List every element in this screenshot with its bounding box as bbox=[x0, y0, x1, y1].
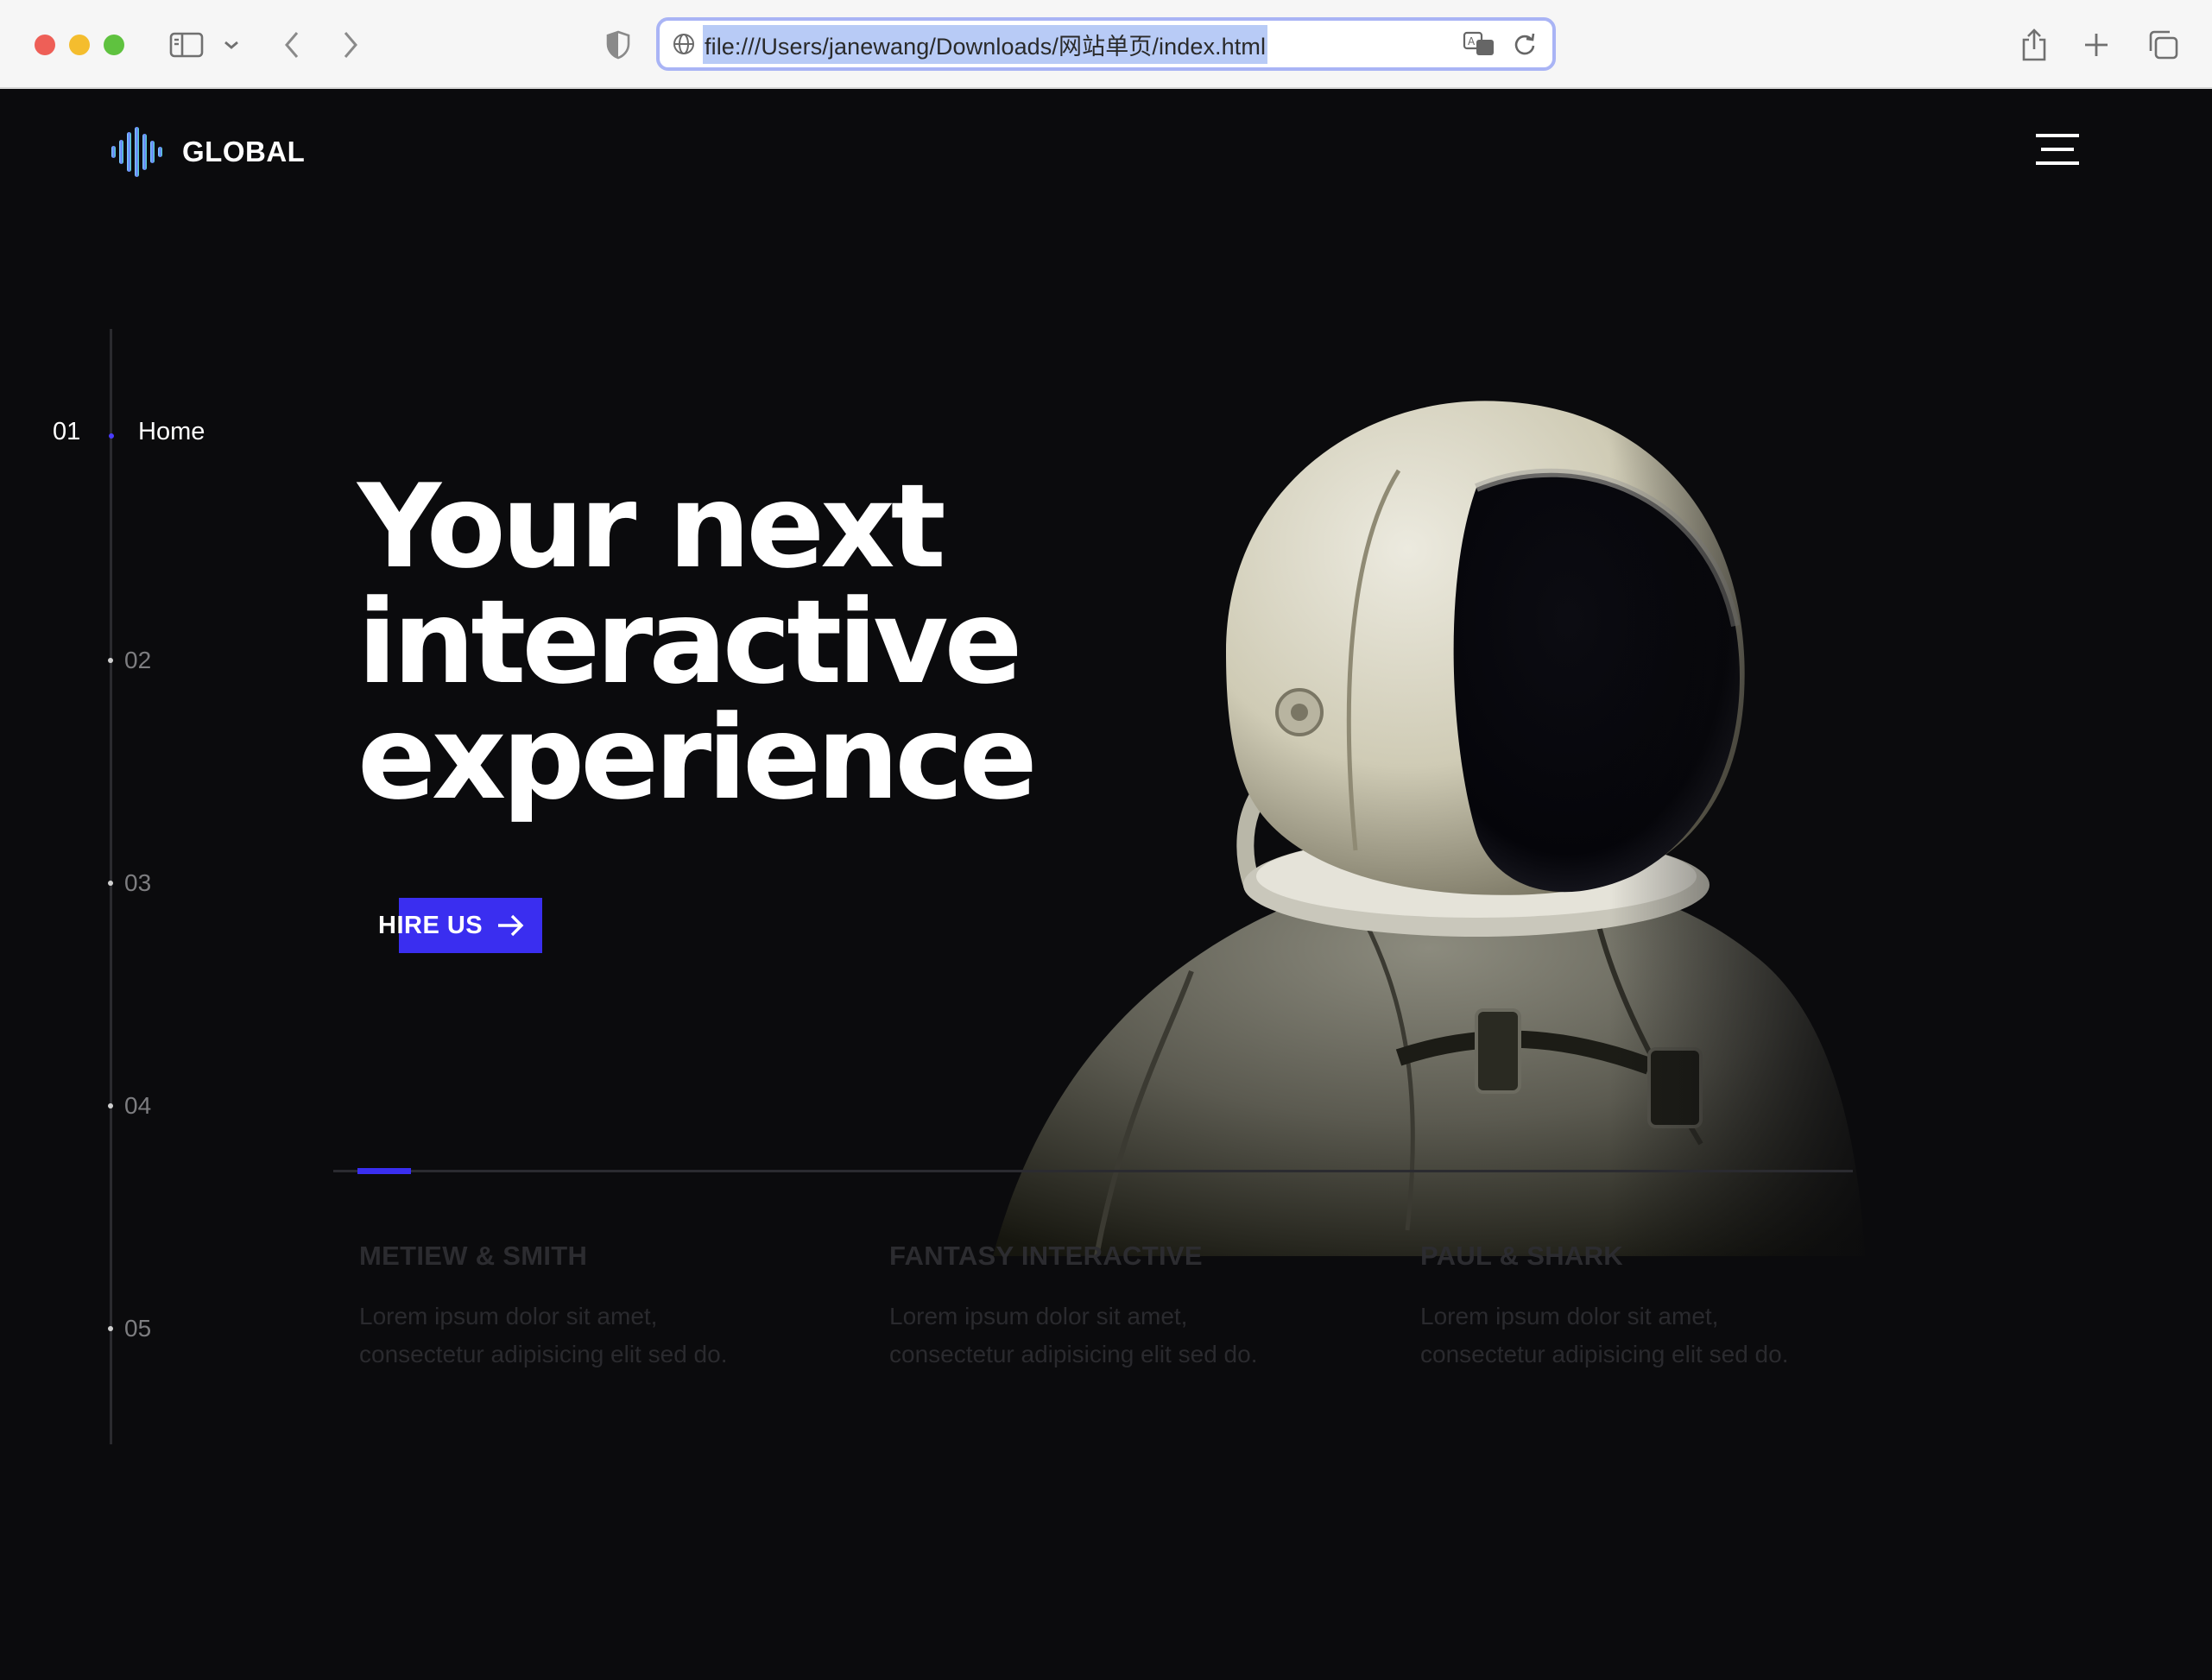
tabs-overview-button[interactable] bbox=[2145, 26, 2181, 64]
new-tab-button[interactable] bbox=[2079, 26, 2114, 64]
close-window-button[interactable] bbox=[35, 35, 55, 55]
client-description: Lorem ipsum dolor sit amet, consectetur … bbox=[1420, 1303, 1789, 1367]
sidebar-toggle-button[interactable] bbox=[167, 26, 205, 64]
side-nav-number: 04 bbox=[124, 1092, 152, 1119]
hire-us-label: HIRE US bbox=[378, 911, 483, 939]
side-nav-item-05[interactable]: 05 bbox=[108, 1315, 151, 1342]
back-icon bbox=[285, 32, 299, 58]
side-nav-number: 02 bbox=[124, 647, 152, 673]
side-nav-item-home[interactable]: Home bbox=[138, 418, 205, 446]
astronaut-hero-image bbox=[993, 367, 1874, 1256]
web-page: GLOBAL 01 Home 02 03 04 05 Your next int… bbox=[0, 89, 2212, 1680]
sidebar-icon bbox=[169, 32, 204, 58]
client-card: FANTASY INTERACTIVE Lorem ipsum dolor si… bbox=[889, 1241, 1373, 1374]
hero-progress-indicator bbox=[357, 1168, 411, 1174]
hero-title-line-1: Your next bbox=[357, 459, 946, 594]
address-bar[interactable]: file:///Users/janewang/Downloads/网站单页/in… bbox=[656, 17, 1556, 71]
address-bar-url[interactable]: file:///Users/janewang/Downloads/网站单页/in… bbox=[703, 24, 1268, 64]
side-nav-number: 05 bbox=[124, 1315, 152, 1342]
tabs-overview-icon bbox=[2149, 30, 2178, 60]
arrow-right-icon bbox=[498, 914, 524, 937]
share-button[interactable] bbox=[2017, 26, 2051, 64]
client-card: METIEW & SMITH Lorem ipsum dolor sit ame… bbox=[359, 1241, 843, 1374]
shield-icon bbox=[606, 30, 630, 60]
hero-title-line-2: interactive bbox=[357, 575, 1022, 710]
brand-name: GLOBAL bbox=[182, 136, 306, 167]
logo-waveform-icon bbox=[111, 127, 162, 177]
svg-text:A: A bbox=[1468, 35, 1476, 47]
hero-title-line-3: experience bbox=[357, 691, 1038, 825]
back-button[interactable] bbox=[276, 26, 307, 64]
hero-title: Your next interactive experience bbox=[357, 459, 1038, 825]
client-description: Lorem ipsum dolor sit amet, consectetur … bbox=[359, 1303, 728, 1367]
hamburger-menu-icon[interactable] bbox=[2036, 134, 2079, 165]
side-nav-item-04[interactable]: 04 bbox=[108, 1092, 151, 1120]
side-nav-item-02[interactable]: 02 bbox=[108, 647, 151, 674]
forward-icon bbox=[344, 32, 357, 58]
hero-divider bbox=[333, 1170, 1853, 1172]
minimize-window-button[interactable] bbox=[69, 35, 90, 55]
client-card: PAUL & SHARK Lorem ipsum dolor sit amet,… bbox=[1420, 1241, 1904, 1374]
client-name: FANTASY INTERACTIVE bbox=[889, 1241, 1203, 1271]
share-icon bbox=[2022, 28, 2046, 61]
side-nav-number: 03 bbox=[124, 869, 152, 896]
side-nav-active-dot bbox=[109, 433, 114, 439]
client-description: Lorem ipsum dolor sit amet, consectetur … bbox=[889, 1303, 1258, 1367]
side-nav-active-number: 01 bbox=[53, 418, 81, 445]
reload-icon[interactable] bbox=[1513, 31, 1537, 57]
tab-group-dropdown[interactable] bbox=[219, 26, 243, 64]
hire-us-button[interactable]: HIRE US bbox=[378, 898, 542, 953]
client-name: PAUL & SHARK bbox=[1420, 1241, 1623, 1271]
browser-toolbar: file:///Users/janewang/Downloads/网站单页/in… bbox=[0, 0, 2212, 89]
chevron-down-icon bbox=[224, 41, 238, 49]
new-tab-icon bbox=[2085, 34, 2108, 56]
privacy-report-button[interactable] bbox=[603, 26, 634, 64]
brand-logo[interactable]: GLOBAL bbox=[110, 127, 305, 177]
forward-button[interactable] bbox=[335, 26, 366, 64]
side-nav-item-03[interactable]: 03 bbox=[108, 869, 151, 897]
maximize-window-button[interactable] bbox=[104, 35, 124, 55]
client-name: METIEW & SMITH bbox=[359, 1241, 588, 1271]
globe-icon bbox=[673, 34, 694, 54]
translate-icon[interactable]: A bbox=[1463, 31, 1495, 57]
